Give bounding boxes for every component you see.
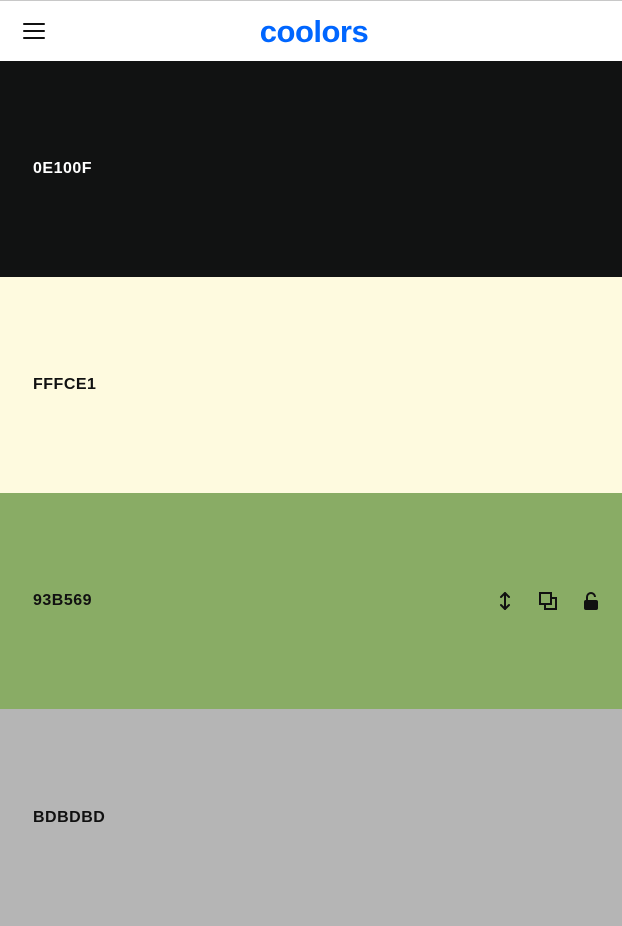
menu-line — [23, 30, 45, 32]
swatch-toolbar — [493, 590, 602, 613]
coolors-logo[interactable]: coolors — [248, 17, 380, 47]
menu-line — [23, 37, 45, 39]
color-swatch[interactable]: 93B569 — [0, 493, 622, 709]
hamburger-menu-icon[interactable] — [23, 21, 45, 41]
copy-icon[interactable] — [536, 590, 559, 613]
menu-line — [23, 23, 45, 25]
hex-code[interactable]: 0E100F — [33, 160, 92, 178]
unlock-icon[interactable] — [579, 590, 602, 613]
logo-text: coolors — [260, 17, 368, 47]
color-swatch[interactable]: BDBDBD — [0, 709, 622, 926]
hex-code[interactable]: FFFCE1 — [33, 376, 96, 394]
top-navbar: coolors — [0, 1, 622, 61]
color-swatch[interactable]: FFFCE1 — [0, 277, 622, 493]
color-swatch[interactable]: 0E100F — [0, 61, 622, 277]
app-window: coolors 0E100F FFFCE1 93B569 BDBDBD — [0, 0, 622, 926]
hex-code[interactable]: BDBDBD — [33, 809, 105, 827]
color-palette: 0E100F FFFCE1 93B569 BDBDBD — [0, 61, 622, 926]
drag-vertical-icon[interactable] — [493, 590, 516, 613]
hex-code[interactable]: 93B569 — [33, 592, 92, 610]
